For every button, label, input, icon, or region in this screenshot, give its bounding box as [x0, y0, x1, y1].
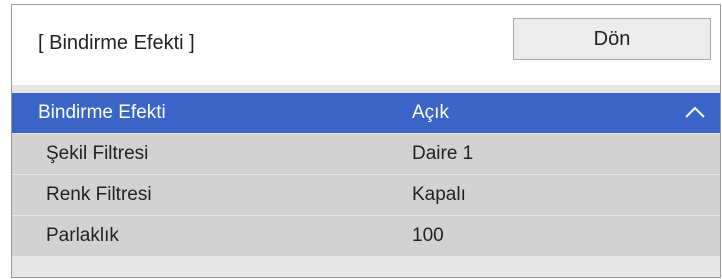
setting-value: 100	[412, 225, 444, 246]
setting-row-brightness[interactable]: Parlaklık 100	[12, 216, 720, 256]
panel-header: [ Bindirme Efekti ] Dön	[12, 5, 720, 85]
back-button[interactable]: Dön	[513, 18, 711, 60]
setting-label: Bindirme Efekti	[38, 102, 166, 123]
chevron-up-icon[interactable]	[684, 105, 706, 119]
setting-row-shape-filter[interactable]: Şekil Filtresi Daire 1	[12, 134, 720, 174]
settings-panel: [ Bindirme Efekti ] Dön Bindirme Efekti …	[11, 4, 721, 278]
setting-label: Renk Filtresi	[46, 184, 152, 205]
page-title: [ Bindirme Efekti ]	[38, 32, 195, 54]
setting-value: Kapalı	[412, 184, 466, 205]
setting-label: Parlaklık	[46, 225, 119, 246]
setting-row-overlay-effect[interactable]: Bindirme Efekti Açık	[12, 93, 720, 133]
setting-row-color-filter[interactable]: Renk Filtresi Kapalı	[12, 175, 720, 215]
setting-value: Açık	[412, 102, 449, 123]
settings-list: Bindirme Efekti Açık Şekil Filtresi Dair…	[12, 93, 720, 257]
setting-value: Daire 1	[412, 143, 474, 164]
setting-label: Şekil Filtresi	[46, 143, 149, 164]
